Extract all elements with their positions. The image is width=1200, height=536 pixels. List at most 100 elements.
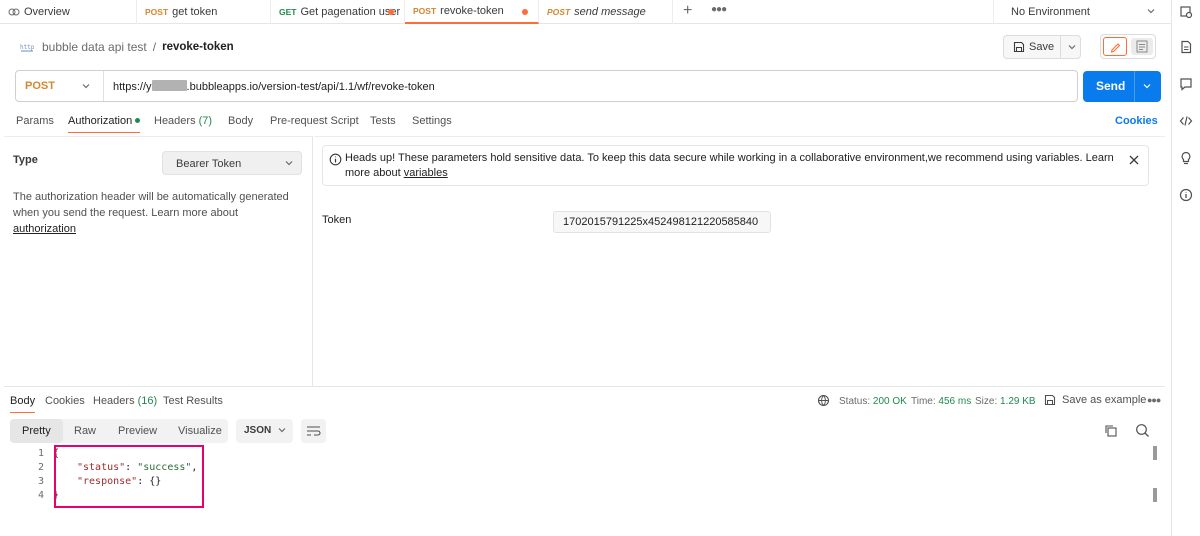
response-headers-count: (16) [137, 395, 158, 407]
chevron-down-icon[interactable] [1141, 80, 1153, 92]
line-number: 2 [37, 462, 44, 473]
tab-overview[interactable]: Overview [0, 0, 137, 24]
size-value: 1.29 KB [1000, 396, 1036, 407]
line-number: 1 [37, 448, 44, 459]
auth-description: The authorization header will be automat… [13, 189, 303, 237]
format-pretty[interactable]: Pretty [10, 419, 63, 443]
tab-method: GET [279, 7, 297, 17]
language-select[interactable]: JSON [236, 419, 293, 443]
format-raw[interactable]: Raw [74, 419, 96, 443]
tab-params[interactable]: Params [16, 115, 54, 127]
overview-icon [8, 8, 20, 16]
save-as-example-button[interactable]: Save as example [1044, 394, 1146, 406]
status-readout[interactable]: Status: 200 OK [839, 396, 907, 407]
tab-label: Overview [24, 6, 70, 18]
send-label: Send [1096, 79, 1126, 93]
comments-icon[interactable] [1179, 77, 1193, 91]
redacted-mask [151, 80, 187, 91]
headers-count: (7) [198, 115, 213, 127]
search-icon[interactable] [1135, 423, 1150, 438]
edit-mode-button[interactable] [1103, 37, 1127, 56]
info-icon[interactable] [1179, 188, 1193, 202]
cookies-link[interactable]: Cookies [1115, 115, 1158, 127]
url-input[interactable]: https://y .bubbleapps.io/version-test/api… [113, 80, 435, 93]
pencil-icon [1110, 43, 1121, 53]
response-tab-headers[interactable]: Headers (16) [93, 395, 157, 407]
save-label: Save [1029, 41, 1055, 53]
tab-send-message[interactable]: POST send message [539, 0, 673, 24]
breadcrumb-collection[interactable]: bubble data api test [42, 40, 147, 54]
breadcrumb: http bubble data api test / revoke-token [20, 38, 234, 56]
tab-pre-request-script[interactable]: Pre-request Script [270, 115, 359, 127]
tab-headers[interactable]: Headers (7) [154, 115, 212, 127]
tab-authorization[interactable]: Authorization [68, 115, 141, 133]
more-options-icon[interactable]: ●●● [1147, 395, 1161, 405]
token-input[interactable]: 1702015791225x452498121220585840 [553, 211, 771, 233]
wrap-lines-button[interactable] [301, 419, 326, 443]
auth-type-pane: Type Bearer Token The authorization head… [4, 136, 313, 386]
tab-get-pagenation-user[interactable]: GET Get pagenation user [271, 0, 405, 24]
scrollbar-marker[interactable] [1153, 488, 1157, 502]
line-number: 3 [37, 476, 44, 487]
network-globe-icon[interactable] [817, 394, 831, 408]
breadcrumb-current[interactable]: revoke-token [162, 41, 234, 53]
tab-tests[interactable]: Tests [370, 115, 396, 127]
save-button[interactable]: Save [1003, 35, 1081, 59]
code-snippet-icon[interactable] [1179, 114, 1193, 128]
environment-label: No Environment [1011, 6, 1090, 18]
documentation-icon[interactable] [1179, 40, 1193, 54]
tab-get-token[interactable]: POST get token [137, 0, 271, 24]
language-value: JSON [244, 425, 272, 436]
auth-details-pane: Heads up! These parameters hold sensitiv… [314, 136, 1165, 386]
banner-message: Heads up! These parameters hold sensitiv… [345, 152, 1114, 179]
lightbulb-icon[interactable] [1179, 151, 1193, 165]
banner-text: Heads up! These parameters hold sensitiv… [345, 151, 1115, 181]
send-button[interactable]: Send [1083, 71, 1161, 102]
chevron-down-icon[interactable] [80, 80, 92, 92]
tab-method: POST [145, 7, 169, 17]
request-url-bar: POST https://y .bubbleapps.io/version-tes… [15, 70, 1078, 102]
tab-revoke-token[interactable]: POST revoke-token [405, 0, 539, 24]
unsaved-dot-icon [522, 9, 528, 15]
tab-settings[interactable]: Settings [412, 115, 452, 127]
sensitive-data-banner: Heads up! These parameters hold sensitiv… [322, 145, 1149, 186]
scrollbar-marker[interactable] [1153, 446, 1157, 460]
auth-type-label: Type [13, 154, 38, 166]
method-select[interactable]: POST [25, 80, 55, 92]
status-value: 200 OK [872, 396, 907, 407]
tab-label: Get pagenation user [300, 6, 401, 18]
http-request-icon: http [20, 44, 34, 52]
response-header: Body Cookies Headers (16) Test Results S… [4, 386, 1165, 416]
breadcrumb-separator: / [152, 40, 157, 54]
size-readout[interactable]: Size: 1.29 KB [975, 396, 1036, 407]
unsaved-dot-icon [388, 9, 394, 15]
variables-link[interactable]: variables [404, 167, 448, 179]
save-divider [1060, 36, 1061, 58]
request-tab-strip: Overview POST get token GET Get pagenati… [0, 0, 1200, 24]
environment-select[interactable]: No Environment [993, 0, 1165, 24]
environment-quick-look-icon[interactable] [1179, 5, 1193, 19]
svg-text:http: http [20, 44, 34, 51]
new-tab-plus-icon[interactable]: + [683, 2, 692, 20]
format-preview[interactable]: Preview [118, 419, 157, 443]
response-tab-cookies[interactable]: Cookies [45, 395, 85, 407]
more-tabs-icon[interactable]: ●●● [711, 4, 727, 15]
auth-type-value: Bearer Token [176, 158, 242, 170]
save-icon [1044, 394, 1056, 406]
time-readout[interactable]: Time: 456 ms [911, 396, 971, 407]
response-tab-body[interactable]: Body [10, 395, 36, 413]
response-tab-test-results[interactable]: Test Results [163, 395, 223, 407]
format-visualize[interactable]: Visualize [178, 419, 222, 443]
auth-type-select[interactable]: Bearer Token [162, 151, 302, 175]
doc-mode-button[interactable] [1131, 38, 1153, 55]
copy-icon[interactable] [1104, 424, 1118, 438]
chevron-down-icon[interactable] [1066, 41, 1078, 53]
chevron-down-icon [278, 428, 286, 433]
url-suffix: .bubbleapps.io/version-test/api/1.1/wf/r… [186, 81, 435, 93]
active-dot-icon [135, 118, 141, 123]
authorization-link[interactable]: authorization [13, 223, 76, 235]
tab-body[interactable]: Body [228, 115, 253, 127]
document-icon [1136, 40, 1148, 53]
status-label: Status: [839, 396, 871, 407]
close-icon[interactable] [1128, 154, 1140, 166]
